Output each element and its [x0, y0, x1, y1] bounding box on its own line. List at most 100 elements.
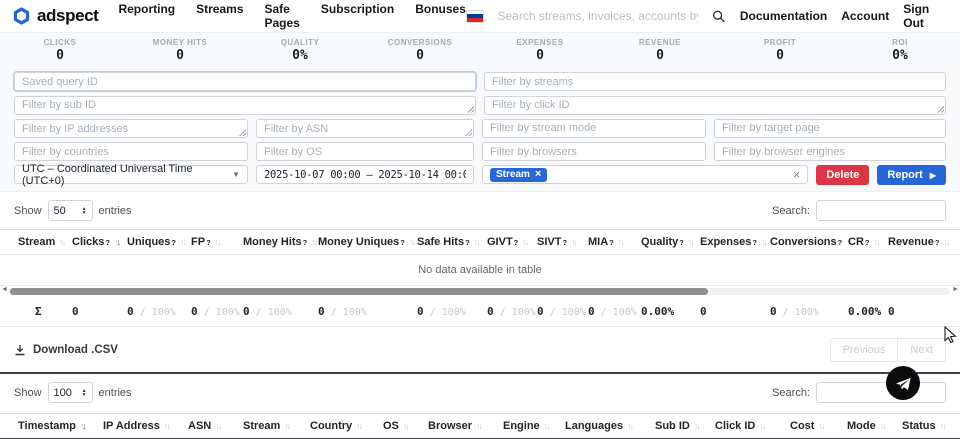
column-header-givt[interactable]: GIVT?↑↓ [487, 236, 537, 248]
delete-button[interactable]: Delete [816, 165, 869, 185]
entries-label: entries [99, 205, 132, 217]
asn-filter-textarea[interactable] [256, 119, 474, 138]
totals-row: Σ00 / 100%0 / 100%0 / 100%0 / 100%0 / 10… [0, 297, 960, 327]
column-header-conversions[interactable]: Conversions?↑↓ [770, 236, 848, 248]
scrollbar-track[interactable] [8, 288, 950, 295]
sub-id-filter-textarea[interactable] [14, 96, 476, 115]
streams-filter-input[interactable] [484, 72, 946, 91]
column-header-status[interactable]: Status↑↓ [902, 420, 957, 432]
column-header-money-hits[interactable]: Money Hits?↑↓ [243, 236, 318, 248]
scroll-left-icon[interactable]: ◄ [1, 286, 8, 293]
column-header-sub-id[interactable]: Sub ID↑↓ [655, 420, 715, 432]
adspect-hexagon-icon [12, 7, 31, 26]
russian-flag-icon[interactable] [466, 10, 484, 23]
stat-quality: QUALITY0% [240, 38, 360, 68]
nav-item-documentation[interactable]: Documentation [740, 9, 827, 23]
column-header-asn[interactable]: ASN↑↓ [188, 420, 243, 432]
totals-value: 0 [487, 305, 494, 318]
column-header-clicks[interactable]: Clicks?↑↓ [72, 236, 127, 248]
report-table-search-input[interactable] [816, 200, 946, 221]
column-header-cost[interactable]: Cost↑↓ [790, 420, 847, 432]
ip-filter-textarea[interactable] [14, 119, 248, 138]
date-range-input[interactable] [256, 165, 474, 184]
column-header-expenses[interactable]: Expenses?↑↓ [700, 236, 770, 248]
stat-value: 0 [0, 48, 120, 63]
search-icon[interactable] [712, 9, 726, 24]
column-header-cr[interactable]: CR?↑↓ [848, 236, 888, 248]
filter-panel: UTC – Coordinated Universal Time (UTC+0)… [0, 68, 960, 191]
play-icon: ▶ [930, 171, 936, 180]
click-id-filter-textarea[interactable] [484, 96, 946, 115]
previous-page-button[interactable]: Previous [830, 338, 899, 362]
search-label: Search: [772, 205, 810, 217]
nav-item-subscription[interactable]: Subscription [321, 2, 394, 30]
nav-item-streams[interactable]: Streams [196, 2, 243, 30]
column-header-fp[interactable]: FP?↑↓ [191, 236, 243, 248]
column-label: Stream [243, 420, 280, 432]
grouping-tagbox[interactable]: Stream × × [482, 165, 808, 184]
scroll-right-icon[interactable]: ► [952, 286, 959, 293]
nav-item-reporting[interactable]: Reporting [118, 2, 175, 30]
nav-item-account[interactable]: Account [841, 9, 889, 23]
column-header-stream[interactable]: Stream↑↓ [18, 236, 72, 248]
global-search-input[interactable] [498, 9, 699, 23]
clear-tags-icon[interactable]: × [793, 168, 801, 181]
page-size-select[interactable]: 100 ▲▼ [48, 382, 93, 403]
totals-ratio: / 100% [325, 307, 367, 318]
group-tag-stream[interactable]: Stream × [490, 168, 547, 182]
next-page-button[interactable]: Next [897, 338, 946, 362]
download-icon [14, 344, 26, 356]
search-label: Search: [772, 387, 810, 399]
column-header-browser[interactable]: Browser↑↓ [428, 420, 503, 432]
totals-value: 0 [318, 305, 325, 318]
report-button-label: Report [887, 169, 922, 181]
help-icon: ? [865, 238, 870, 247]
remove-tag-icon[interactable]: × [535, 169, 541, 180]
download-csv-button[interactable]: Download .CSV [14, 344, 118, 356]
report-button[interactable]: Report ▶ [877, 165, 946, 185]
telegram-plane-icon [895, 375, 912, 392]
column-header-revenue[interactable]: Revenue?↑↓ [888, 236, 948, 248]
column-header-uniques[interactable]: Uniques?↑↓ [127, 236, 191, 248]
sort-icon: ↑↓ [284, 421, 289, 431]
totals-cell: 0 / 100% [127, 305, 191, 318]
nav-item-bonuses[interactable]: Bonuses [415, 2, 466, 30]
nav-item-sign-out[interactable]: Sign Out [903, 2, 949, 30]
column-header-ip-address[interactable]: IP Address↑↓ [103, 420, 188, 432]
saved-query-input[interactable] [14, 72, 476, 91]
stat-label: MONEY HITS [120, 38, 240, 47]
column-label: Timestamp [18, 420, 76, 432]
horizontal-scrollbar[interactable]: ◄ ► [0, 287, 960, 296]
timezone-select[interactable]: UTC – Coordinated Universal Time (UTC+0)… [14, 165, 248, 184]
column-header-mia[interactable]: MIA?↑↓ [588, 236, 641, 248]
column-header-safe-hits[interactable]: Safe Hits?↑↓ [417, 236, 487, 248]
sort-icon: ↑↓ [114, 237, 119, 247]
timezone-value: UTC – Coordinated Universal Time (UTC+0) [22, 163, 226, 187]
sort-icon: ↑↓ [180, 237, 185, 247]
os-filter-input[interactable] [256, 142, 474, 161]
column-header-quality[interactable]: Quality?↑↓ [641, 236, 700, 248]
page-size-select[interactable]: 50 ▲▼ [48, 200, 93, 221]
browsers-filter-input[interactable] [482, 142, 706, 161]
clicks-table-search-input[interactable] [816, 382, 946, 403]
scrollbar-thumb[interactable] [10, 288, 708, 295]
column-header-country[interactable]: Country↑↓ [310, 420, 383, 432]
stream-mode-filter-input[interactable] [482, 119, 706, 138]
column-header-engine[interactable]: Engine↑↓ [503, 420, 565, 432]
brand-logo[interactable]: adspect [12, 6, 98, 26]
column-header-timestamp[interactable]: Timestamp↑↓ [18, 420, 103, 432]
stat-value: 0 [120, 48, 240, 63]
column-header-sivt[interactable]: SIVT?↑↓ [537, 236, 588, 248]
browser-engines-filter-input[interactable] [714, 142, 946, 161]
countries-filter-input[interactable] [14, 142, 248, 161]
telegram-button[interactable] [886, 366, 920, 400]
target-page-filter-input[interactable] [714, 119, 946, 138]
column-header-click-id[interactable]: Click ID↑↓ [715, 420, 790, 432]
nav-item-safe-pages[interactable]: Safe Pages [265, 2, 300, 30]
column-header-os[interactable]: OS↑↓ [383, 420, 428, 432]
column-header-stream[interactable]: Stream ↑↓ [243, 420, 310, 432]
column-header-mode[interactable]: Mode↑↓ [847, 420, 902, 432]
stat-value: 0% [840, 48, 960, 63]
column-header-money-uniques[interactable]: Money Uniques?↑↓ [318, 236, 417, 248]
column-header-languages[interactable]: Languages↑↓ [565, 420, 655, 432]
